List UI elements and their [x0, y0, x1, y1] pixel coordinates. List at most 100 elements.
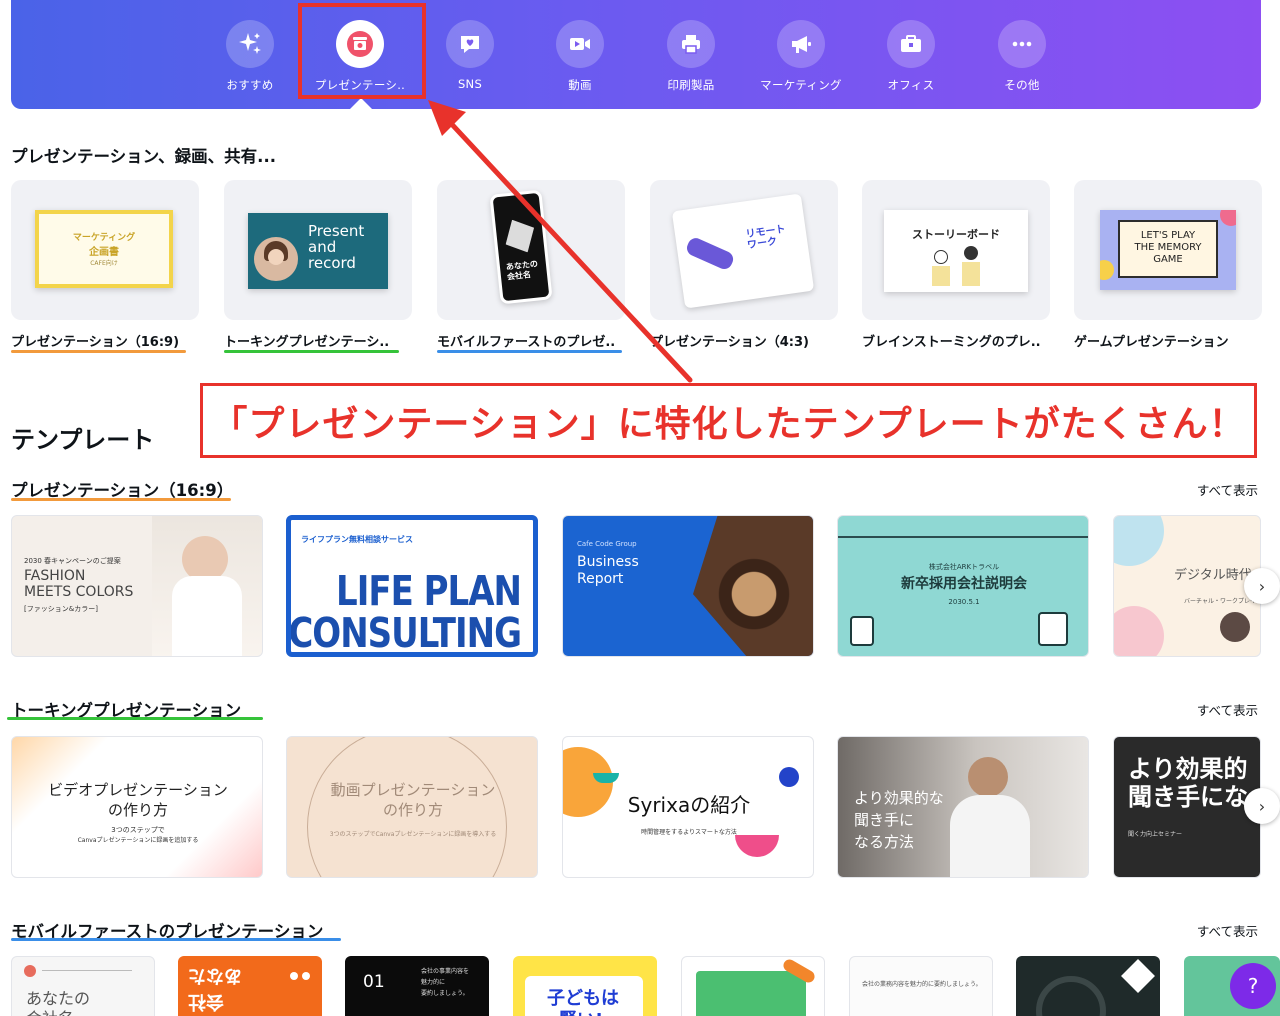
card-text: の作り方	[107, 801, 168, 819]
thumbnail: あなたの 会社名	[489, 189, 553, 305]
thumb-text: LET'S PLAY	[1140, 230, 1196, 241]
card-text: 会社の業務内容を魅力的に要約しましょう。	[862, 981, 982, 988]
highlight-box	[298, 3, 426, 99]
more-icon	[998, 20, 1046, 68]
type-label[interactable]: ゲームプレゼンテーション	[1074, 331, 1229, 354]
template-card[interactable]: 動画プレゼンテーション の作り方 3つのステップでCanvaプレゼンテーションに…	[286, 736, 538, 878]
nav-label: おすすめ	[226, 78, 274, 92]
next-arrow-button[interactable]: ›	[1244, 568, 1280, 604]
category-banner	[11, 0, 1261, 109]
nav-label: その他	[1004, 78, 1040, 92]
type-card-brainstorm[interactable]: ストーリーボード	[862, 180, 1050, 320]
type-card-presentation-4-3[interactable]: リモート ワーク	[650, 180, 838, 320]
nav-label: SNS	[457, 77, 483, 91]
type-label[interactable]: ブレインストーミングのプレ..	[862, 331, 1041, 354]
thumb-text: 会社名	[506, 270, 532, 282]
template-card[interactable]: あなた 会社	[178, 956, 322, 1016]
annotation-text: 「プレゼンテーション」に特化したテンプレートがたくさん！	[211, 403, 1246, 445]
suitcase-icon	[850, 616, 874, 646]
next-arrow-button[interactable]: ›	[1244, 788, 1280, 824]
nav-item-video[interactable]: 動画	[532, 20, 628, 100]
template-card[interactable]: 子どもは 賢い!	[513, 956, 657, 1016]
nav-item-office[interactable]: オフィス	[863, 20, 959, 100]
type-card-mobile-first[interactable]: あなたの 会社名	[437, 180, 625, 320]
help-label: ?	[1247, 974, 1259, 998]
nav-label: 印刷製品	[667, 78, 715, 92]
card-text: 会社名	[26, 1005, 74, 1016]
thumb-text: Present	[308, 222, 365, 240]
see-all-link[interactable]: すべて表示	[1197, 480, 1258, 499]
thumbnail: マーケティング 企画書 CAFE向け	[35, 210, 173, 288]
type-card-presentation-16-9[interactable]: マーケティング 企画書 CAFE向け	[11, 180, 199, 320]
briefcase-icon	[887, 20, 935, 68]
help-button[interactable]: ?	[1230, 963, 1276, 1009]
ship-icon	[1038, 612, 1068, 646]
nav-label: オフィス	[887, 78, 935, 92]
avatar	[254, 237, 298, 281]
card-text: 要約しましょう。	[421, 990, 469, 997]
template-card[interactable]: より効果的 聞き手にな 聞く力向上セミナー	[1113, 736, 1261, 878]
pencil-icon	[684, 235, 736, 272]
template-card[interactable]: Syrixaの紹介 時間管理をするよりスマートな方法	[562, 736, 814, 878]
blue-underline	[11, 938, 341, 941]
template-card[interactable]: あなたの 会社名	[11, 956, 155, 1016]
orange-underline	[11, 350, 186, 353]
thumb-text: ストーリーボード	[912, 228, 1000, 241]
thumb-text: マーケティング	[72, 233, 136, 243]
card-text: Report	[577, 571, 624, 587]
type-label[interactable]: プレゼンテーション（4:3)	[650, 331, 809, 354]
card-text: なる方法	[854, 833, 915, 851]
card-text: Cafe Code Group	[577, 540, 637, 548]
megaphone-icon	[777, 20, 825, 68]
active-indicator	[350, 98, 372, 109]
type-card-talking-presentation[interactable]: Present and record	[224, 180, 412, 320]
card-text: 時間管理をするよりスマートな方法	[641, 829, 737, 836]
template-card[interactable]: 株式会社ARKトラベル 新卒採用会社説明会 2030.5.1	[837, 515, 1089, 657]
card-text: 聞き手にな	[1128, 783, 1248, 811]
nav-label: マーケティング	[760, 78, 842, 92]
printer-icon	[667, 20, 715, 68]
template-card[interactable]: より効果的な 聞き手に なる方法	[837, 736, 1089, 878]
card-text: 聞く力向上セミナー	[1128, 831, 1183, 838]
template-card[interactable]: 2030 春キャンペーンのご提案 FASHION MEETS COLORS [フ…	[11, 515, 263, 657]
thumb-text: CAFE向け	[90, 260, 118, 267]
nav-item-more[interactable]: その他	[974, 20, 1070, 100]
card-text: 会社	[188, 991, 224, 1012]
nav-item-sns[interactable]: SNS	[422, 20, 518, 100]
template-card[interactable]: ビデオプレゼンテーション の作り方 3つのステップで Canvaプレゼンテーショ…	[11, 736, 263, 878]
nav-item-recommended[interactable]: おすすめ	[202, 20, 298, 100]
card-text: 聞き手に	[854, 811, 915, 829]
card-text: ライフプラン無料相談サービス	[301, 535, 413, 544]
see-all-link[interactable]: すべて表示	[1197, 700, 1258, 719]
card-text: 動画プレゼンテーション	[330, 781, 496, 799]
template-card[interactable]: Cafe Code Group Business Report	[562, 515, 814, 657]
template-card[interactable]: ライフプラン無料相談サービス LIFE PLAN CONSULTING	[286, 515, 538, 657]
templates-heading: テンプレート	[11, 426, 155, 454]
template-card[interactable]: 会社の業務内容を魅力的に要約しましょう。	[849, 956, 993, 1016]
card-text: ビデオプレゼンテーション	[48, 781, 228, 799]
template-card[interactable]: 01 会社の事業内容を 魅力的に 要約しましょう。	[345, 956, 489, 1016]
nav-item-marketing[interactable]: マーケティング	[753, 20, 849, 100]
card-text: 3つのステップでCanvaプレゼンテーションに録画を導入する	[329, 831, 497, 838]
template-card[interactable]	[681, 956, 825, 1016]
type-card-game[interactable]: LET'S PLAY THE MEMORY GAME	[1074, 180, 1262, 320]
avatar	[1220, 612, 1250, 642]
template-card[interactable]: デジタル時代 バーチャル・ワークプレイス	[1113, 515, 1261, 657]
card-text: 新卒採用会社説明会	[901, 576, 1027, 592]
card-text: Syrixaの紹介	[627, 793, 751, 817]
green-underline	[224, 350, 399, 353]
card-text: 会社の事業内容を	[421, 968, 470, 975]
annotation-callout: 「プレゼンテーション」に特化したテンプレートがたくさん！	[200, 383, 1257, 458]
card-text: の作り方	[382, 801, 443, 819]
card-text: MEETS COLORS	[24, 584, 134, 600]
see-all-link[interactable]: すべて表示	[1197, 921, 1258, 940]
orange-underline	[11, 498, 231, 501]
card-text: CONSULTING	[288, 610, 522, 657]
card-text: Canvaプレゼンテーションに録画を追加する	[77, 837, 199, 844]
video-icon	[556, 20, 604, 68]
nav-item-print[interactable]: 印刷製品	[643, 20, 739, 100]
thumb-text: record	[308, 254, 356, 272]
template-card[interactable]	[1016, 956, 1160, 1016]
chevron-right-icon: ›	[1258, 796, 1266, 816]
nav-label: 動画	[568, 78, 592, 92]
